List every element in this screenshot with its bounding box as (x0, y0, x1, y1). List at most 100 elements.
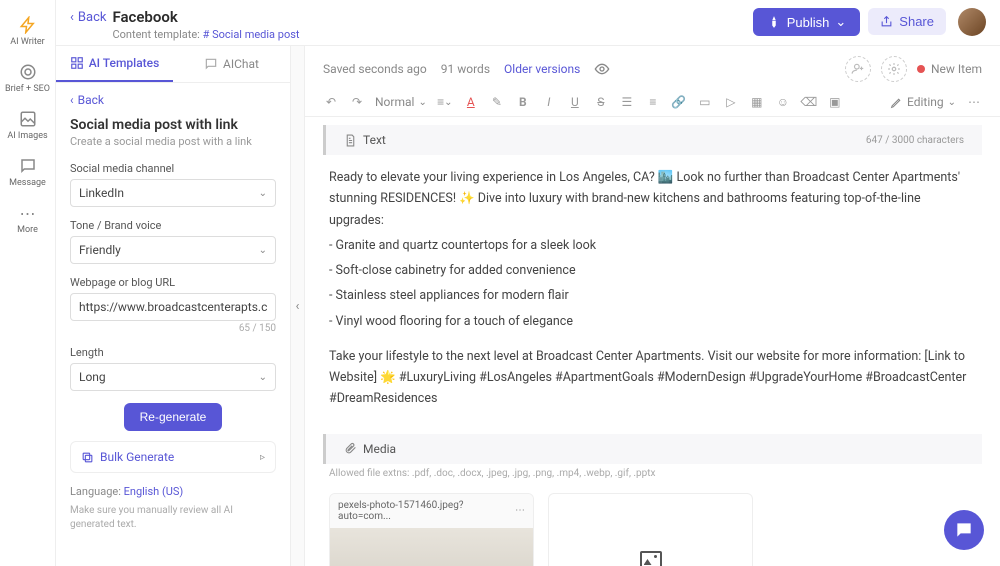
bulk-generate-button[interactable]: Bulk Generate ▹ (70, 441, 276, 473)
tab-label: AI Templates (89, 56, 160, 70)
disclaimer: Make sure you manually review all AI gen… (70, 504, 276, 532)
chevron-down-icon: ⌄ (259, 188, 267, 199)
tone-select[interactable]: Friendly ⌄ (70, 236, 276, 264)
media-thumbnail[interactable]: pexels-photo-1571460.jpeg?auto=com... ⋯ (329, 493, 534, 566)
clear-format-button[interactable]: ⌫ (801, 94, 817, 110)
paragraph: Take your lifestyle to the next level at… (329, 346, 976, 410)
editor: Saved seconds ago 91 words Older version… (305, 46, 1000, 566)
url-input[interactable] (70, 293, 276, 321)
share-icon (880, 15, 893, 28)
share-button[interactable]: Share (868, 8, 946, 35)
avatar[interactable] (958, 8, 986, 36)
nav-ai-writer[interactable]: AI Writer (0, 8, 55, 55)
link-button[interactable]: 🔗 (671, 94, 687, 110)
length-select[interactable]: Long ⌄ (70, 363, 276, 391)
nav-ai-images[interactable]: AI Images (0, 102, 55, 149)
toolbar-more-button[interactable]: ⋯ (966, 94, 982, 110)
nav-brief-seo[interactable]: Brief + SEO (0, 55, 55, 102)
italic-button[interactable]: I (541, 94, 557, 110)
style-value: Normal (375, 95, 414, 109)
panel-desc: Create a social media post with a link (70, 135, 276, 148)
collapse-panel-button[interactable]: ‹ (291, 46, 305, 566)
chat-fab[interactable] (944, 510, 984, 550)
add-user-button[interactable] (845, 56, 871, 82)
toolbar: ↶ ↷ Normal ⌄ ≡⌄ A ✎ B I U S ☰ ≡ 🔗 (305, 88, 1000, 117)
highlight-button[interactable]: ✎ (489, 94, 505, 110)
chat-icon (204, 57, 218, 71)
panel-back[interactable]: ‹ Back (70, 93, 276, 107)
bullet: - Stainless steel appliances for modern … (329, 285, 976, 306)
paragraph: Ready to elevate your living experience … (329, 167, 976, 231)
gear-icon (887, 62, 901, 76)
emoji-button[interactable]: ☺ (775, 94, 791, 110)
word-count: 91 words (441, 62, 490, 76)
new-item-status[interactable]: New Item (917, 62, 982, 76)
tone-label: Tone / Brand voice (70, 219, 276, 232)
channel-value: LinkedIn (79, 186, 124, 200)
text-color-button[interactable]: A (463, 94, 479, 110)
channel-label: Social media channel (70, 162, 276, 175)
image-button[interactable]: ▭ (697, 94, 713, 110)
table-button[interactable]: ▦ (749, 94, 765, 110)
channel-select[interactable]: LinkedIn ⌄ (70, 179, 276, 207)
add-media-button[interactable]: Add image/video (548, 493, 753, 566)
lang-prefix: Language: (70, 485, 121, 498)
nav-label: Brief + SEO (5, 84, 50, 94)
thumb-filename: pexels-photo-1571460.jpeg?auto=com... (338, 500, 515, 522)
bullet: - Vinyl wood flooring for a touch of ele… (329, 311, 976, 332)
allowed-extensions: Allowed file extns: .pdf, .doc, .docx, .… (305, 464, 1000, 483)
chat-icon (954, 520, 974, 540)
paragraph-style-select[interactable]: Normal ⌄ (375, 95, 427, 109)
attachment-icon (344, 442, 357, 455)
page-title: Facebook (112, 8, 752, 26)
panel-back-label: Back (78, 93, 104, 107)
numbered-list-button[interactable]: ≡ (645, 94, 661, 110)
media-section-header: Media (323, 434, 982, 464)
template-prefix: Content template: (112, 28, 199, 41)
undo-button[interactable]: ↶ (323, 94, 339, 110)
mode-select[interactable]: Editing ⌄ (890, 95, 956, 109)
language-link[interactable]: English (US) (124, 485, 184, 498)
nav-message[interactable]: Message (0, 149, 55, 196)
char-counter: 647 / 3000 characters (866, 135, 964, 146)
template-link[interactable]: # Social media post (203, 28, 300, 41)
bullet-list-button[interactable]: ☰ (619, 94, 635, 110)
templates-icon (70, 56, 84, 70)
text-content[interactable]: Ready to elevate your living experience … (305, 155, 1000, 426)
strike-button[interactable]: S (593, 94, 609, 110)
nav-label: Message (9, 178, 46, 188)
nav-label: More (17, 225, 38, 235)
tab-ai-templates[interactable]: AI Templates (56, 46, 173, 82)
section-label: Text (363, 133, 386, 147)
language-row: Language: English (US) (70, 485, 276, 498)
length-label: Length (70, 346, 276, 359)
copy-icon (81, 451, 94, 464)
tab-label: AIChat (223, 57, 259, 71)
underline-button[interactable]: U (567, 94, 583, 110)
thumb-menu-button[interactable]: ⋯ (515, 505, 525, 516)
chevron-left-icon: ‹ (296, 299, 300, 314)
nav-more[interactable]: ⋯ More (0, 196, 55, 243)
redo-button[interactable]: ↷ (349, 94, 365, 110)
tab-ai-chat[interactable]: AIChat (173, 46, 290, 82)
thumbnail-image (330, 528, 533, 566)
video-button[interactable]: ▷ (723, 94, 739, 110)
chevron-down-icon: ⌄ (259, 245, 267, 256)
left-rail: AI Writer Brief + SEO AI Images Message … (0, 0, 56, 566)
back-button[interactable]: ‹ Back (70, 10, 106, 25)
section-label: Media (363, 442, 396, 456)
settings-button[interactable] (881, 56, 907, 82)
saved-status: Saved seconds ago (323, 62, 427, 76)
more-format-button[interactable]: ▣ (827, 94, 843, 110)
regenerate-button[interactable]: Re-generate (124, 403, 223, 431)
publish-button[interactable]: Publish ⌄ (753, 8, 861, 36)
align-button[interactable]: ≡⌄ (437, 94, 453, 110)
rocket-icon (767, 15, 781, 29)
length-value: Long (79, 370, 106, 384)
bullet: - Granite and quartz countertops for a s… (329, 235, 976, 256)
mode-value: Editing (907, 95, 944, 109)
eye-icon[interactable] (594, 61, 610, 77)
older-versions-link[interactable]: Older versions (504, 62, 580, 76)
bold-button[interactable]: B (515, 94, 531, 110)
document-icon (344, 134, 357, 147)
